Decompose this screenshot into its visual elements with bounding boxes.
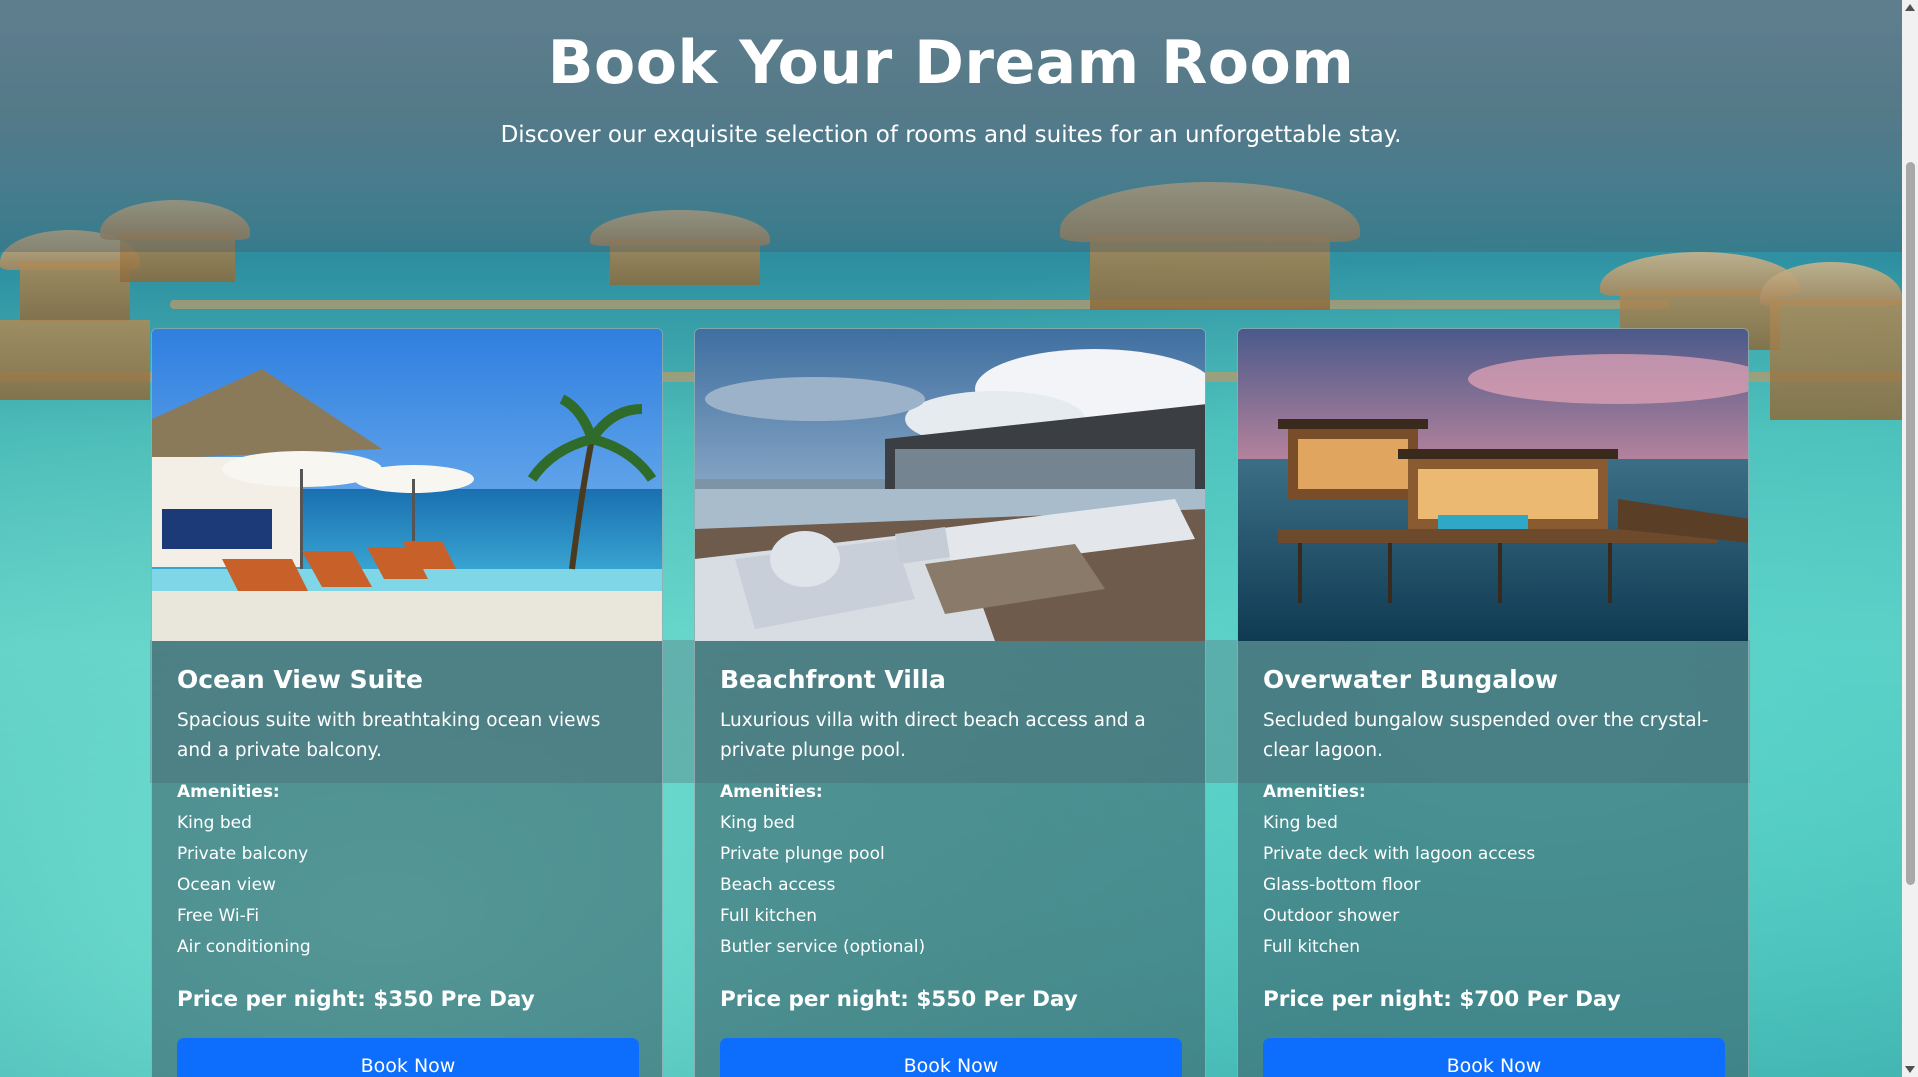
- amenity-item: Full kitchen: [1263, 937, 1361, 957]
- amenities-list: King bed Private balcony Ocean view Free…: [177, 808, 637, 963]
- room-image-overwater-bungalow: [1238, 329, 1748, 641]
- hut-body-shape: [0, 320, 150, 400]
- hut-body-shape: [20, 262, 130, 322]
- room-image-ocean-view-suite: [152, 329, 662, 641]
- walkway-shape: [170, 300, 1670, 309]
- amenity-item: Butler service (optional): [720, 937, 926, 957]
- amenities-label: Amenities:: [720, 782, 823, 802]
- room-card-beachfront-villa: Beachfront Villa Luxurious villa with di…: [694, 328, 1206, 1077]
- room-title: Beachfront Villa: [720, 665, 946, 694]
- hut-body-shape: [1770, 300, 1902, 420]
- scroll-up-arrow-icon[interactable]: [1905, 4, 1915, 11]
- room-description: Spacious suite with breathtaking ocean v…: [177, 710, 601, 761]
- room-title: Overwater Bungalow: [1263, 665, 1558, 694]
- amenity-item: Private plunge pool: [720, 844, 885, 864]
- book-now-button[interactable]: Book Now: [177, 1038, 639, 1077]
- scrollbar-thumb[interactable]: [1906, 162, 1915, 885]
- page: Book Your Dream Room Discover our exquis…: [0, 0, 1918, 1077]
- book-now-button[interactable]: Book Now: [720, 1038, 1182, 1077]
- amenity-item: King bed: [1263, 813, 1338, 833]
- amenities-list: King bed Private deck with lagoon access…: [1263, 808, 1723, 963]
- room-description: Secluded bungalow suspended over the cry…: [1263, 710, 1709, 761]
- amenity-item: Free Wi-Fi: [177, 906, 260, 926]
- amenities-list: King bed Private plunge pool Beach acces…: [720, 808, 1180, 963]
- room-image-beachfront-villa: [695, 329, 1205, 641]
- room-description: Luxurious villa with direct beach access…: [720, 710, 1146, 761]
- vertical-scrollbar[interactable]: [1902, 0, 1918, 1077]
- page-subtitle: Discover our exquisite selection of room…: [500, 122, 1402, 148]
- room-price: Price per night: $350 Pre Day: [177, 987, 535, 1012]
- amenity-item: Full kitchen: [720, 906, 818, 926]
- amenity-item: Private deck with lagoon access: [1263, 844, 1536, 864]
- amenities-label: Amenities:: [1263, 782, 1366, 802]
- amenity-item: Glass-bottom floor: [1263, 875, 1421, 895]
- room-price: Price per night: $700 Per Day: [1263, 987, 1621, 1012]
- room-card-overwater-bungalow: Overwater Bungalow Secluded bungalow sus…: [1237, 328, 1749, 1077]
- scroll-down-arrow-icon[interactable]: [1905, 1066, 1915, 1073]
- amenity-item: Beach access: [720, 875, 836, 895]
- amenity-item: Air conditioning: [177, 937, 311, 957]
- amenity-item: Private balcony: [177, 844, 309, 864]
- amenity-item: King bed: [720, 813, 795, 833]
- room-title: Ocean View Suite: [177, 665, 423, 694]
- amenities-label: Amenities:: [177, 782, 280, 802]
- book-now-button[interactable]: Book Now: [1263, 1038, 1725, 1077]
- amenity-item: Outdoor shower: [1263, 906, 1400, 926]
- amenity-item: King bed: [177, 813, 252, 833]
- page-title: Book Your Dream Room: [547, 28, 1355, 98]
- room-card-ocean-view-suite: Ocean View Suite Spacious suite with bre…: [151, 328, 663, 1077]
- room-price: Price per night: $550 Per Day: [720, 987, 1078, 1012]
- amenity-item: Ocean view: [177, 875, 276, 895]
